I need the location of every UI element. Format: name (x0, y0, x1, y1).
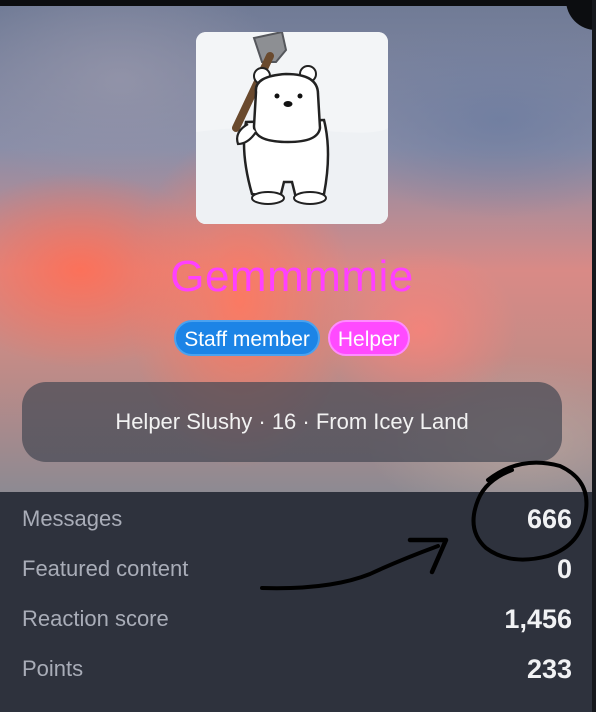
stat-row-featured-content: Featured content 0 (22, 544, 572, 594)
stat-row-points: Points 233 (22, 644, 572, 694)
window-frame-edge (0, 0, 596, 6)
user-blurb: Helper Slushy · 16 · From Icey Land (22, 382, 562, 462)
stat-label: Featured content (22, 556, 189, 581)
stat-label: Points (22, 656, 84, 681)
stat-label: Messages (22, 506, 123, 531)
username[interactable]: Gemmmmie (0, 252, 584, 302)
stat-value[interactable]: 666 (527, 504, 572, 535)
user-badges: Staff member Helper (0, 320, 584, 356)
stat-value[interactable]: 1,456 (504, 604, 572, 635)
stats-panel: Messages 666 Featured content 0 Reaction… (0, 492, 592, 712)
polar-bear-with-axe-icon (196, 32, 388, 224)
stat-row-reaction-score: Reaction score 1,456 (22, 594, 572, 644)
member-profile-card: Gemmmmie Staff member Helper Helper Slus… (0, 0, 596, 712)
stat-row-messages: Messages 666 (22, 494, 572, 544)
helper-badge: Helper (327, 320, 410, 356)
stat-value[interactable]: 0 (557, 554, 572, 585)
staff-member-badge: Staff member (174, 320, 320, 356)
window-frame-side (592, 0, 596, 712)
stat-label: Reaction score (22, 606, 169, 631)
avatar[interactable] (196, 32, 388, 224)
stat-value[interactable]: 233 (527, 654, 572, 685)
